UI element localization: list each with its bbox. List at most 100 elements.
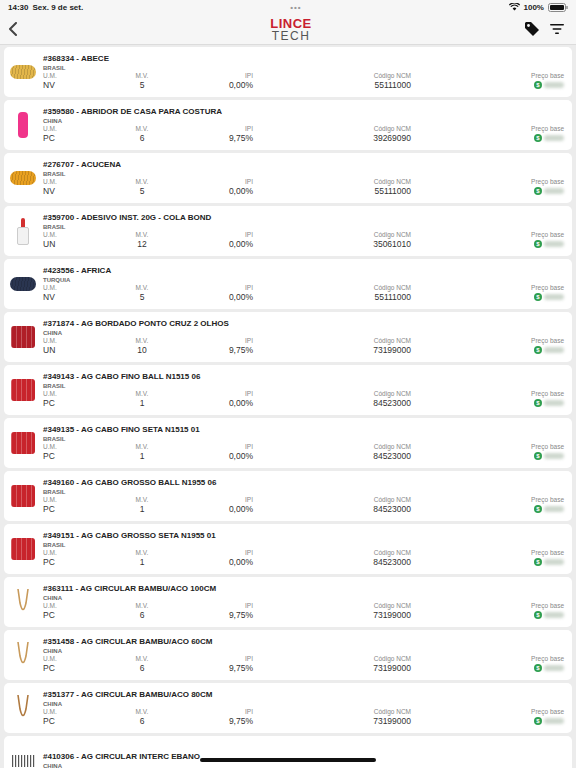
hidden-price xyxy=(544,294,564,300)
nav-bar: LINCETECH xyxy=(0,14,576,44)
product-fields: U.M.M.V.IPICódigo NCMPreço baseNV50,00%5… xyxy=(43,72,564,90)
product-row[interactable]: #349151 - AG CABO GROSSO SETA N1955 01BR… xyxy=(4,524,572,574)
filter-icon[interactable] xyxy=(550,23,564,35)
ncm-value: 55111000 xyxy=(253,292,411,302)
product-origin: CHINA xyxy=(43,700,564,708)
product-list: #368334 - ABECEBRASILU.M.M.V.IPICódigo N… xyxy=(0,45,576,768)
product-thumbnail xyxy=(8,745,38,768)
hidden-price xyxy=(544,453,564,459)
product-fields: U.M.M.V.IPICódigo NCMPreço basePC69,75%3… xyxy=(43,125,564,143)
pack-thumbnail xyxy=(11,326,35,348)
price-value: $ xyxy=(411,504,564,514)
home-indicator[interactable] xyxy=(200,758,376,762)
logo-top: LINCE xyxy=(270,17,312,30)
price-value: $ xyxy=(411,610,564,620)
price-value: $ xyxy=(411,716,564,726)
ipi-value: 0,00% xyxy=(181,239,253,249)
ipi-value: 9,75% xyxy=(181,345,253,355)
product-origin: BRASIL xyxy=(43,488,564,496)
hidden-price xyxy=(544,400,564,406)
product-row[interactable]: #371874 - AG BORDADO PONTO CRUZ 2 OLHOSC… xyxy=(4,312,572,362)
product-thumbnail xyxy=(8,480,38,512)
hidden-price xyxy=(544,612,564,618)
product-fields: U.M.M.V.IPICódigo NCMPreço baseNV50,00%5… xyxy=(43,178,564,196)
product-thumbnail xyxy=(8,427,38,459)
product-title: #359580 - ABRIDOR DE CASA PARA COSTURA xyxy=(43,107,564,117)
product-row[interactable]: #368334 - ABECEBRASILU.M.M.V.IPICódigo N… xyxy=(4,47,572,97)
ipi-value: 0,00% xyxy=(181,557,253,567)
product-origin: BRASIL xyxy=(43,382,564,390)
mv-value: 1 xyxy=(103,451,181,461)
mv-value: 6 xyxy=(103,610,181,620)
product-fields: U.M.M.V.IPICódigo NCMPreço basePC10,00%8… xyxy=(43,443,564,461)
product-row[interactable]: #423556 - AFRICATURQUIAU.M.M.V.IPICódigo… xyxy=(4,259,572,309)
product-row[interactable]: #351377 - AG CIRCULAR BAMBU/ACO 80CMCHIN… xyxy=(4,683,572,733)
um-value: PC xyxy=(43,663,103,673)
tag-icon[interactable] xyxy=(524,21,540,37)
product-title: #349143 - AG CABO FINO BALL N1515 06 xyxy=(43,372,564,382)
product-row[interactable]: #349143 - AG CABO FINO BALL N1515 06BRAS… xyxy=(4,365,572,415)
dollar-icon: $ xyxy=(534,134,542,142)
top-bar: 14:30Sex. 9 de set.•••100%LINCETECH xyxy=(0,0,576,45)
product-row[interactable]: #349135 - AG CABO FINO SETA N1515 01BRAS… xyxy=(4,418,572,468)
product-title: #349135 - AG CABO FINO SETA N1515 01 xyxy=(43,425,564,435)
product-title: #363111 - AG CIRCULAR BAMBU/ACO 100CM xyxy=(43,584,564,594)
product-row[interactable]: #359700 - ADESIVO INST. 20G - COLA BONDB… xyxy=(4,206,572,256)
logo: LINCETECH xyxy=(270,17,312,42)
hidden-price xyxy=(544,665,564,671)
dollar-icon: $ xyxy=(534,399,542,407)
product-origin: BRASIL xyxy=(43,64,564,72)
hidden-price xyxy=(544,347,564,353)
product-fields: U.M.M.V.IPICódigo NCMPreço basePC69,75%7… xyxy=(43,708,564,726)
price-value: $ xyxy=(411,239,564,249)
multitask-dots[interactable]: ••• xyxy=(290,3,301,12)
product-row[interactable]: #351458 - AG CIRCULAR BAMBU/ACO 60CMCHIN… xyxy=(4,630,572,680)
ncm-value: 73199000 xyxy=(253,716,411,726)
dollar-icon: $ xyxy=(534,717,542,725)
product-row[interactable]: #276707 - ACUCENABRASILU.M.M.V.IPICódigo… xyxy=(4,153,572,203)
dollar-icon: $ xyxy=(534,664,542,672)
product-thumbnail xyxy=(8,109,38,141)
um-value: NV xyxy=(43,80,103,90)
ncm-value: 84523000 xyxy=(253,398,411,408)
product-thumbnail xyxy=(8,162,38,194)
um-value: NV xyxy=(43,186,103,196)
needle-thumbnail xyxy=(10,587,36,617)
product-thumbnail xyxy=(8,533,38,565)
um-value: PC xyxy=(43,133,103,143)
mv-value: 1 xyxy=(103,398,181,408)
ncm-value: 84523000 xyxy=(253,557,411,567)
price-value: $ xyxy=(411,663,564,673)
status-bar: 14:30Sex. 9 de set.•••100% xyxy=(0,0,576,14)
product-thumbnail xyxy=(8,215,38,247)
ipi-value: 0,00% xyxy=(181,398,253,408)
product-origin: CHINA xyxy=(43,594,564,602)
back-chevron-icon[interactable] xyxy=(8,22,18,36)
product-thumbnail xyxy=(8,374,38,406)
product-row[interactable]: #359580 - ABRIDOR DE CASA PARA COSTURACH… xyxy=(4,100,572,150)
hidden-price xyxy=(544,241,564,247)
product-origin: CHINA xyxy=(43,762,564,768)
product-row[interactable]: #349160 - AG CABO GROSSO BALL N1955 06BR… xyxy=(4,471,572,521)
product-thumbnail xyxy=(8,56,38,88)
hidden-price xyxy=(544,188,564,194)
product-row[interactable]: #410306 - AG CIRCULAR INTERC EBANOCHINA xyxy=(4,736,572,768)
price-value: $ xyxy=(411,557,564,567)
product-origin: CHINA xyxy=(43,329,564,337)
product-fields: U.M.M.V.IPICódigo NCMPreço basePC10,00%8… xyxy=(43,390,564,408)
ipi-value: 0,00% xyxy=(181,80,253,90)
product-origin: BRASIL xyxy=(43,435,564,443)
product-fields: U.M.M.V.IPICódigo NCMPreço basePC69,75%7… xyxy=(43,655,564,673)
needle-thumbnail xyxy=(10,693,36,723)
status-date: Sex. 9 de set. xyxy=(32,3,83,12)
um-value: PC xyxy=(43,504,103,514)
screen: 14:30Sex. 9 de set.•••100%LINCETECH#3683… xyxy=(0,0,576,768)
product-title: #359700 - ADESIVO INST. 20G - COLA BOND xyxy=(43,213,564,223)
hidden-price xyxy=(544,559,564,565)
ncm-value: 73199000 xyxy=(253,663,411,673)
product-thumbnail xyxy=(8,321,38,353)
product-fields: U.M.M.V.IPICódigo NCMPreço basePC69,75%7… xyxy=(43,602,564,620)
product-fields: U.M.M.V.IPICódigo NCMPreço baseUN120,00%… xyxy=(43,231,564,249)
dollar-icon: $ xyxy=(534,81,542,89)
product-row[interactable]: #363111 - AG CIRCULAR BAMBU/ACO 100CMCHI… xyxy=(4,577,572,627)
